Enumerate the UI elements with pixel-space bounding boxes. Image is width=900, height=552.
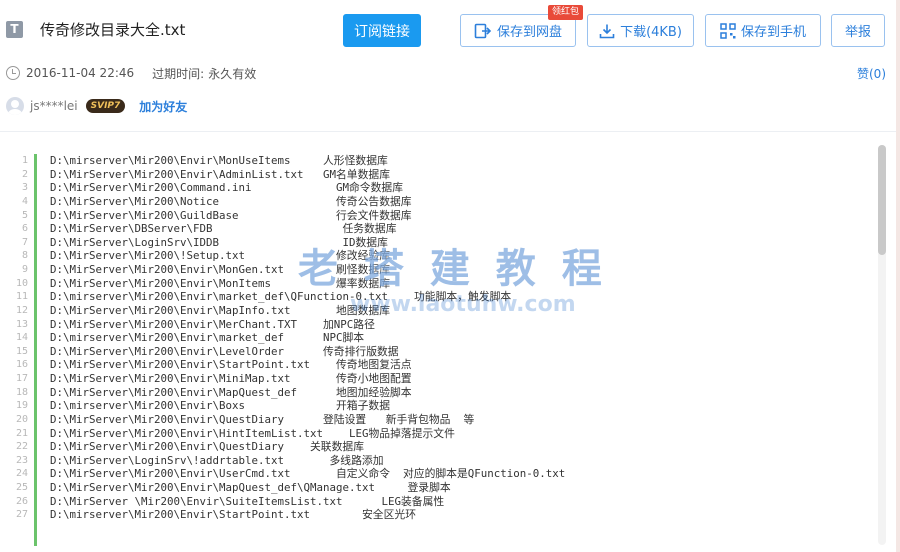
code-line: D:\MirServer\Mir200\Envir\MiniMap.txt 传奇… <box>50 372 412 385</box>
line-numbers: 1 2 3 4 5 6 7 8 9 10 11 12 13 14 15 16 17 18 19 20 21 22 23 24 2… <box>0 154 28 522</box>
text-file-icon: T <box>6 21 23 38</box>
line-number: 26 <box>15 495 28 507</box>
avatar[interactable] <box>6 97 24 115</box>
code-line: D:\mirserver\Mir200\Envir\MonUseItems 人形… <box>50 154 388 167</box>
line-number: 2 <box>21 168 28 180</box>
file-meta: 2016-11-04 22:46 过期时间: 永久有效 <box>6 64 256 82</box>
line-number: 9 <box>21 264 28 275</box>
code-line: D:\MirServer\Mir200\Envir\MapQuest_def\Q… <box>50 481 451 494</box>
line-number: 11 <box>15 291 28 303</box>
line-number: 18 <box>15 386 28 398</box>
username[interactable]: js****lei <box>30 99 78 113</box>
code-line: D:\MirServer\Mir200\Envir\UserCmd.txt 自定… <box>50 467 566 481</box>
preview-scrollbar[interactable] <box>878 145 886 545</box>
line-number: 23 <box>15 454 28 466</box>
line-number: 6 <box>21 223 28 235</box>
line-number: 12 <box>15 304 28 316</box>
file-title: 传奇修改目录大全.txt <box>40 21 186 39</box>
report-button[interactable]: 举报 <box>831 14 885 47</box>
code-line: D:\MirServer\Mir200\Envir\MonGen.txt 刷怪数… <box>50 263 390 276</box>
code-line: D:\MirServer\Mir200\Envir\QuestDiary 关联数… <box>50 440 364 454</box>
save-to-cloud-label: 保存到网盘 <box>496 25 562 40</box>
subscribe-label: 订阅链接 <box>354 23 410 40</box>
line-number: 20 <box>15 413 28 425</box>
line-number: 16 <box>15 359 28 371</box>
code-line: D:\MirServer \Mir200\Envir\SuiteItemsLis… <box>50 494 445 508</box>
expire-value: 永久有效 <box>208 66 257 81</box>
line-number: 27 <box>15 509 28 521</box>
download-button[interactable]: 下载(4KB) <box>587 14 694 47</box>
file-preview: 1 2 3 4 5 6 7 8 9 10 11 12 13 14 15 16 17 18 19 20 21 22 23 24 2… <box>0 132 896 552</box>
download-label: 下载(4KB) <box>620 25 682 40</box>
code-line: D:\MirServer\Mir200\Command.ini GM命令数据库 <box>50 181 403 195</box>
code-line: D:\MirServer\Mir200\Envir\AdminList.txt … <box>50 167 390 181</box>
code-line: D:\MirServer\Mir200\Notice 传奇公告数据库 <box>50 194 412 208</box>
download-icon <box>599 24 615 38</box>
code-line: D:\MirServer\Mir200\Envir\HintItemList.t… <box>50 426 455 440</box>
line-number: 14 <box>15 332 28 344</box>
window-edge <box>896 0 900 552</box>
save-to-phone-button[interactable]: 保存到手机 <box>705 14 821 47</box>
gutter-bar <box>34 154 37 546</box>
line-number: 15 <box>15 345 28 357</box>
line-number: 3 <box>21 182 28 194</box>
upload-date: 2016-11-04 22:46 <box>26 66 135 80</box>
cloud-save-icon <box>474 23 492 38</box>
code-line: D:\MirServer\Mir200\Envir\StartPoint.txt… <box>50 358 412 372</box>
code-line: D:\MirServer\Mir200\Envir\MapQuest_def 地… <box>50 385 412 399</box>
line-number: 21 <box>15 427 28 439</box>
line-number: 4 <box>21 195 28 207</box>
line-number: 8 <box>21 250 28 262</box>
code-line: D:\mirserver\Mir200\Envir\StartPoint.txt… <box>50 508 416 522</box>
line-number: 5 <box>21 209 28 221</box>
line-number: 25 <box>15 482 28 493</box>
line-number: 19 <box>15 400 28 412</box>
line-number: 17 <box>15 373 28 384</box>
report-label: 举报 <box>844 25 871 40</box>
line-number: 10 <box>15 277 28 289</box>
code-line: D:\mirserver\Mir200\Envir\market_def\QFu… <box>50 290 512 304</box>
code-line: D:\MirServer\LoginSrv\IDDB ID数据库 <box>50 235 388 249</box>
expire-label: 过期时间: <box>152 66 205 81</box>
red-packet-badge[interactable]: 领红包 <box>548 5 584 20</box>
code-line: D:\MirServer\DBServer\FDB 任务数据库 <box>50 222 397 236</box>
save-to-phone-label: 保存到手机 <box>740 25 806 40</box>
code-line: D:\mirserver\Mir200\Envir\market_def NPC… <box>50 331 365 345</box>
line-number: 7 <box>21 236 28 248</box>
code-line: D:\MirServer\Mir200\!Setup.txt 修改经验库 <box>50 249 390 263</box>
line-number: 1 <box>21 155 28 166</box>
code-line: D:\MirServer\Mir200\Envir\MapInfo.txt 地图… <box>50 303 390 317</box>
add-friend-link[interactable]: 加为好友 <box>139 98 187 115</box>
uploader: js****lei SVIP7 加为好友 <box>6 96 187 116</box>
like-button[interactable]: 赞(0) <box>857 65 886 82</box>
code-line: D:\MirServer\Mir200\Envir\LevelOrder 传奇排… <box>50 344 399 358</box>
code-line: D:\MirServer\Mir200\Envir\MonItems 爆率数据库 <box>50 276 390 290</box>
line-number: 24 <box>15 468 28 480</box>
file-content: D:\mirserver\Mir200\Envir\MonUseItems 人形… <box>50 154 870 522</box>
code-line: D:\MirServer\LoginSrv\!addrtable.txt 多线路… <box>50 453 384 467</box>
qr-code-icon <box>720 22 736 39</box>
code-line: D:\mirserver\Mir200\Envir\Boxs 开箱子数据 <box>50 399 390 413</box>
subscribe-button[interactable]: 订阅链接 <box>343 14 421 47</box>
code-line: D:\MirServer\Mir200\GuildBase 行会文件数据库 <box>50 208 412 222</box>
file-header: T 传奇修改目录大全.txt 订阅链接 保存到网盘 领红包 下载(4KB) 保存… <box>0 0 900 132</box>
scrollbar-thumb[interactable] <box>878 145 886 255</box>
code-line: D:\MirServer\Mir200\Envir\MerChant.TXT 加… <box>50 317 375 331</box>
clock-icon <box>6 66 20 80</box>
line-number: 22 <box>15 441 28 453</box>
line-number: 13 <box>15 318 28 330</box>
code-line: D:\MirServer\Mir200\Envir\QuestDiary 登陆设… <box>50 412 475 426</box>
svip-badge: SVIP7 <box>85 99 126 113</box>
